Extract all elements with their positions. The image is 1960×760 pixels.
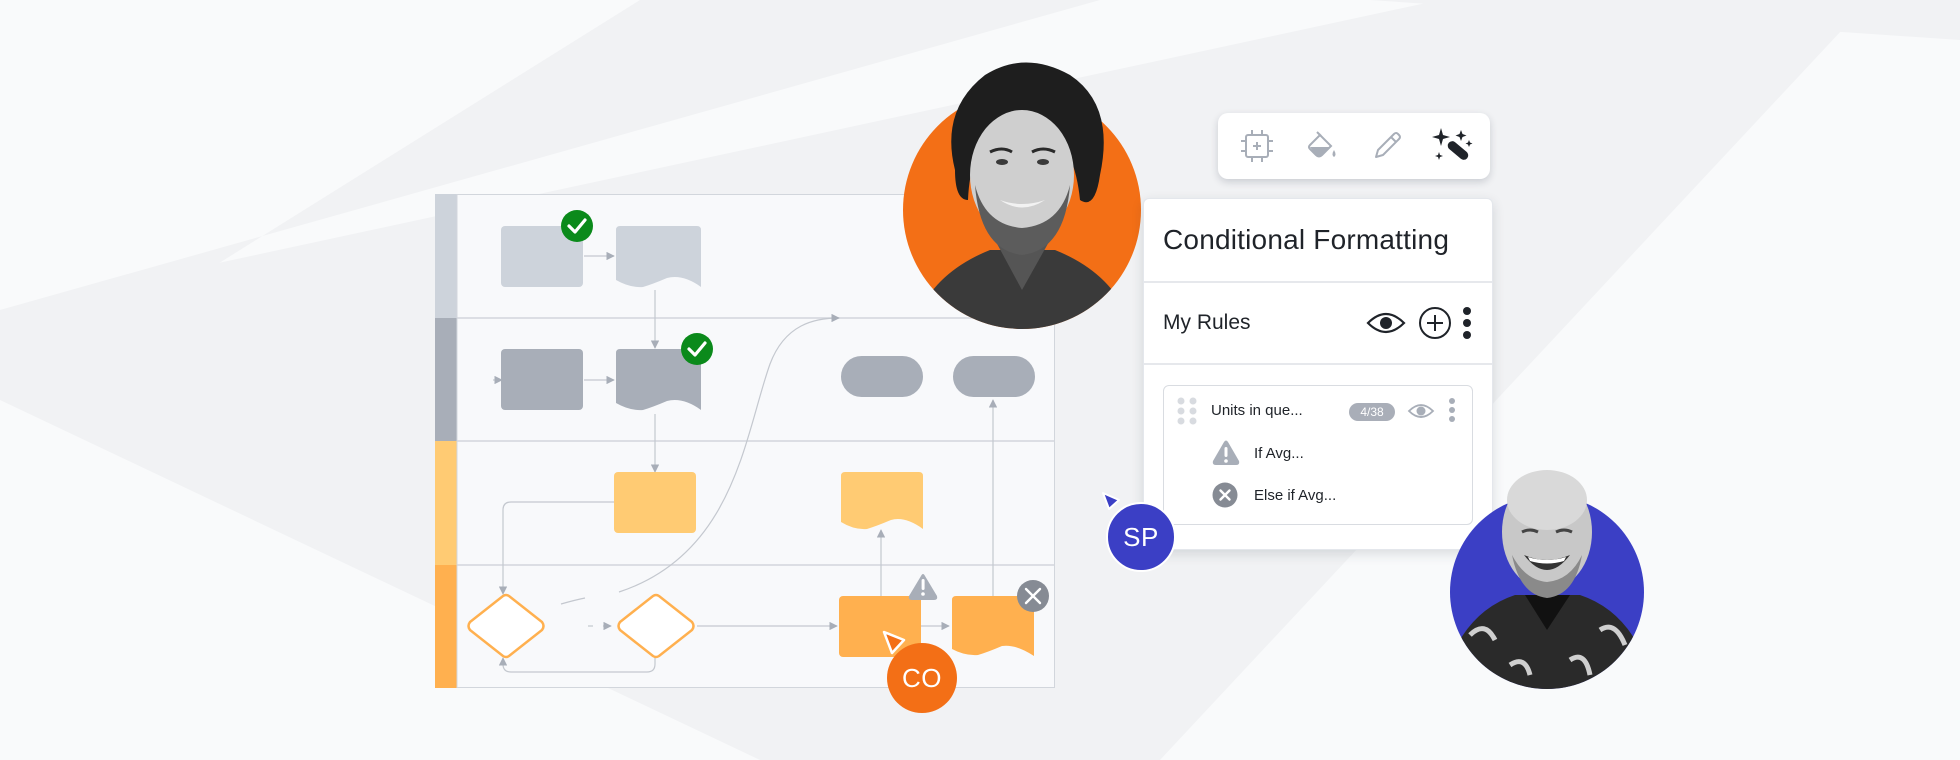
lane-header-3[interactable] — [435, 441, 457, 565]
rules-header: My Rules — [1144, 283, 1492, 365]
more-vertical-icon — [1463, 307, 1471, 339]
add-circle-icon — [1419, 307, 1451, 339]
document-shape[interactable] — [841, 472, 923, 530]
success-check-icon[interactable] — [681, 333, 713, 365]
rule-header-row: Units in que... 4/38 — [1164, 396, 1472, 426]
rule-name: Units in que... — [1211, 402, 1303, 419]
rules-section-title: My Rules — [1163, 311, 1251, 334]
terminal-shape[interactable] — [953, 356, 1035, 397]
magic-wand-tool-button[interactable] — [1428, 122, 1476, 170]
condition-text: If Avg... — [1254, 445, 1304, 462]
toggle-visibility-button[interactable] — [1366, 309, 1406, 337]
eye-icon — [1366, 312, 1406, 334]
rule-visibility-eye-icon[interactable] — [1407, 401, 1435, 421]
fill-tool-button[interactable] — [1298, 122, 1346, 170]
panel-title: Conditional Formatting — [1144, 199, 1492, 283]
conditional-formatting-panel: Conditional Formatting My Rules Units in… — [1143, 198, 1493, 550]
lane-header-2[interactable] — [435, 318, 457, 441]
condition-row[interactable]: Else if Avg... — [1164, 480, 1472, 510]
magic-wand-icon — [1431, 128, 1472, 160]
collaborator-badge-sp[interactable]: SP — [1106, 502, 1176, 572]
format-toolbar — [1218, 113, 1490, 179]
collaborator-photo-1 — [903, 62, 1141, 329]
pencil-icon — [1374, 132, 1401, 158]
warning-icon — [1212, 440, 1240, 465]
drag-handle-icon[interactable] — [1176, 397, 1198, 425]
lane-header-1[interactable] — [435, 194, 457, 318]
lane-header-4[interactable] — [435, 565, 457, 688]
collaborator-badge-co[interactable]: CO — [887, 643, 957, 713]
process-shape[interactable] — [614, 472, 696, 533]
frame-tool-button[interactable] — [1233, 122, 1281, 170]
condition-row[interactable]: If Avg... — [1164, 438, 1472, 468]
rule-more-vertical-icon[interactable] — [1448, 397, 1456, 423]
pencil-tool-button[interactable] — [1363, 122, 1411, 170]
terminal-shape[interactable] — [841, 356, 923, 397]
add-rule-button[interactable] — [1418, 306, 1452, 340]
rule-card[interactable]: Units in que... 4/38 If Avg... Else if A… — [1163, 385, 1473, 525]
condition-text: Else if Avg... — [1254, 487, 1337, 504]
error-close-icon[interactable] — [1017, 580, 1049, 612]
paint-bucket-icon — [1307, 131, 1335, 158]
more-options-button[interactable] — [1462, 306, 1472, 340]
crosshair-frame-icon — [1240, 130, 1273, 162]
process-shape[interactable] — [501, 349, 583, 410]
match-count-badge: 4/38 — [1349, 403, 1395, 421]
collaborator-photo-2 — [1450, 470, 1644, 689]
success-check-icon[interactable] — [561, 210, 593, 242]
document-shape[interactable] — [616, 226, 701, 288]
error-circle-icon — [1212, 482, 1238, 508]
